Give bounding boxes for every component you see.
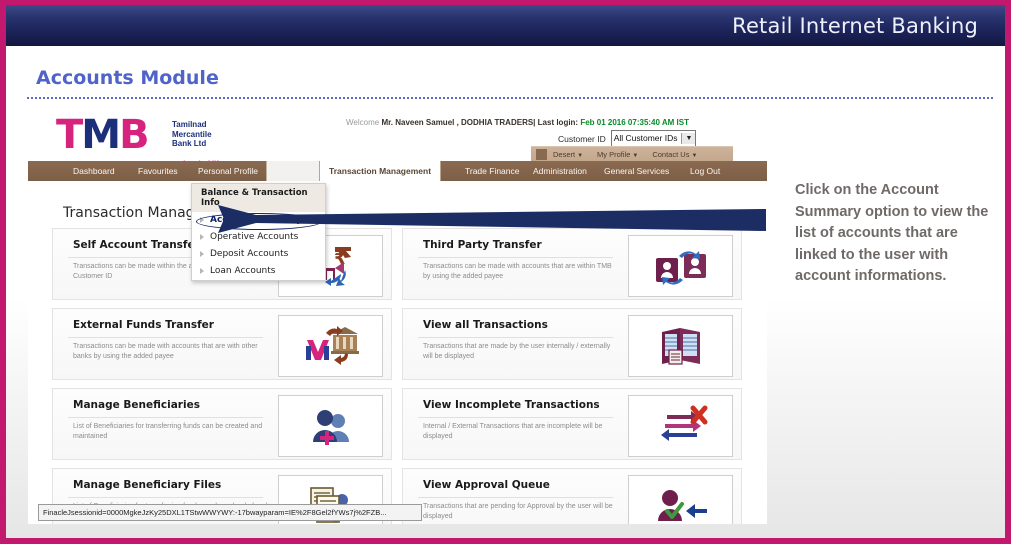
tile-description: Internal / External Transactions that ar… [423,423,603,440]
tile-manage-beneficiaries[interactable]: Manage Beneficiaries List of Beneficiari… [52,388,392,460]
banner-title: Retail Internet Banking [732,14,978,38]
customer-id-value: All Customer IDs [613,133,678,143]
tile-divider [418,257,613,258]
nav-item-personal-profile[interactable]: Personal Profile [189,161,267,181]
customer-id-select[interactable]: All Customer IDs ▼ [610,130,697,147]
balance-transaction-info-menu: Balance & Transaction Info Account Summa… [191,183,326,281]
tile-title: Manage Beneficiary Files [73,479,222,491]
chevron-down-icon: ▼ [632,153,639,159]
nav-item-transaction-management[interactable]: Transaction Management [319,161,442,181]
tile-title: View Approval Queue [423,479,550,491]
annotation-text: Click on the Account Summary option to v… [795,182,989,284]
tile-divider [418,497,613,498]
customer-id-row: Customer ID All Customer IDs ▼ [558,130,697,147]
tile-view-approval-queue[interactable]: View Approval Queue Transactions that ar… [402,468,742,524]
tile-description: Transactions can be made with accounts t… [423,263,612,280]
logo-letter-m: M [81,112,121,158]
utility-item-desert[interactable]: Desert ▼ [553,150,583,159]
utility-item-contact-us[interactable]: Contact Us ▼ [652,150,697,159]
tile-third-party-transfer[interactable]: Third Party Transfer Transactions can be… [402,228,742,300]
tmb-logo: TMB Tamilnad Mercantile Bank Ltd Be a st… [56,115,256,168]
tile-description: Transactions that are made by the user i… [423,343,611,360]
tile-divider [418,417,613,418]
utility-item-my-profile[interactable]: My Profile ▼ [597,150,638,159]
tile-divider [68,497,263,498]
utility-label: Desert [553,150,576,159]
tile-external-funds-transfer[interactable]: External Funds Transfer Transactions can… [52,308,392,380]
menu-item-operative-accounts[interactable]: Operative Accounts [192,229,325,246]
customer-id-label: Customer ID [558,133,606,144]
utility-menu-bar: Desert ▼ My Profile ▼ Contact Us ▼ [531,146,733,162]
tile-divider [68,337,263,338]
menu-item-label: Deposit Accounts [210,249,289,259]
tile-row: External Funds Transfer Transactions can… [52,308,742,380]
triangle-right-icon [200,234,204,240]
triangle-right-icon [200,217,204,223]
logo-letter-t: T [56,112,83,158]
utility-label: Contact Us [652,150,690,159]
tile-title: Self Account Transfer [73,239,200,251]
last-login-label: Last login: [537,118,579,127]
slide-banner: Retail Internet Banking [6,5,1005,46]
ledger-book-icon [628,315,733,377]
triangle-right-icon [200,268,204,274]
triangle-right-icon [200,251,204,257]
bank-transfer-icon [278,315,383,377]
tile-title: Third Party Transfer [423,239,542,251]
tile-divider [418,337,613,338]
menu-item-label: Loan Accounts [210,266,276,276]
logo-letter-b: B [119,112,149,158]
add-people-icon [278,395,383,457]
tile-description: Transactions can be made with accounts t… [73,343,258,360]
tile-title: Manage Beneficiaries [73,399,200,411]
status-bar-url: FinacleJsessionid=0000MgkeJzKy25DXL1TStw… [43,508,387,517]
slide: Retail Internet Banking Accounts Module … [0,0,1011,544]
menu-item-label: Account Summary [210,215,303,225]
tile-view-incomplete-transactions[interactable]: View Incomplete Transactions Internal / … [402,388,742,460]
welcome-bar: Welcome Mr. Naveen Samuel , DODHIA TRADE… [346,118,689,127]
logo-wordmark: TMB [56,115,256,155]
welcome-user: Mr. Naveen Samuel , DODHIA TRADERS| [381,118,536,127]
tile-row: Manage Beneficiaries List of Beneficiari… [52,388,742,460]
two-people-transfer-icon [628,235,733,297]
nav-item-log-out[interactable]: Log Out [681,161,729,181]
nav-item-general-services[interactable]: General Services [595,161,678,181]
nav-item-favourites[interactable]: Favourites [129,161,187,181]
grid-icon [536,149,547,160]
welcome-label: Welcome [346,118,380,127]
tile-title: External Funds Transfer [73,319,214,331]
nav-item-administration[interactable]: Administration [524,161,596,181]
tile-view-all-transactions[interactable]: View all Transactions Transactions that … [402,308,742,380]
nav-gap [266,161,321,181]
arrows-cross-icon [628,395,733,457]
utility-label: My Profile [597,150,631,159]
menu-item-loan-accounts[interactable]: Loan Accounts [192,263,325,280]
tile-description: List of Beneficiaries for transferring f… [73,423,263,440]
main-navigation: Dashboard Favourites Personal Profile Tr… [28,161,767,181]
browser-status-bar: FinacleJsessionid=0000MgkeJzKy25DXL1TStw… [38,504,422,521]
app-screenshot: TMB Tamilnad Mercantile Bank Ltd Be a st… [28,108,767,524]
tile-title: View all Transactions [423,319,548,331]
tile-description: Transactions that are pending for Approv… [423,503,613,520]
last-login-value: Feb 01 2016 07:35:40 AM IST [580,118,689,127]
nav-item-trade-finance[interactable]: Trade Finance [456,161,529,181]
menu-item-deposit-accounts[interactable]: Deposit Accounts [192,246,325,263]
nav-item-dashboard[interactable]: Dashboard [64,161,124,181]
slide-canvas: Retail Internet Banking Accounts Module … [6,5,1005,538]
logo-subtitle: Tamilnad Mercantile Bank Ltd [172,120,212,148]
menu-item-label: Operative Accounts [210,232,299,242]
person-approve-icon [628,475,733,524]
chevron-down-icon: ▼ [691,153,698,159]
tile-grid: Self Account Transfer Transactions can b… [52,228,742,524]
menu-item-account-summary[interactable]: Account Summary [192,212,325,229]
tile-divider [68,417,263,418]
page-title: Accounts Module [36,67,219,89]
divider [27,97,993,99]
menu-header: Balance & Transaction Info [192,184,325,212]
tile-row: Self Account Transfer Transactions can b… [52,228,742,300]
chevron-down-icon: ▼ [577,153,584,159]
tile-title: View Incomplete Transactions [423,399,600,411]
chevron-down-icon: ▼ [681,133,696,144]
